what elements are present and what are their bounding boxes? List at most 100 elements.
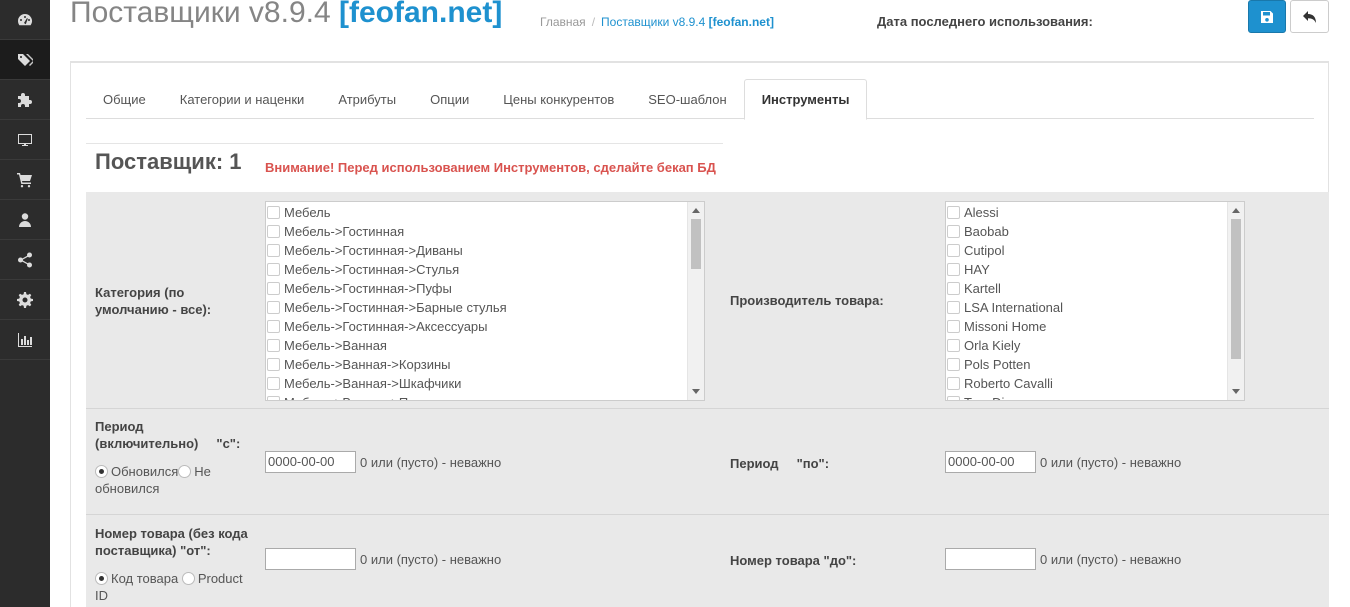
sidebar-item-catalog[interactable]: [0, 40, 50, 80]
checkbox[interactable]: [267, 358, 280, 371]
list-item-label: Kartell: [964, 281, 1001, 296]
category-option[interactable]: Мебель->Гостинная: [266, 222, 704, 241]
sidebar-item-sales[interactable]: [0, 160, 50, 200]
checkbox[interactable]: [267, 320, 280, 333]
tab-general[interactable]: Общие: [86, 79, 163, 119]
form-row-product-number: Номер товара (без кода поставщика) "от":…: [86, 515, 1329, 607]
category-option[interactable]: Мебель->Гостинная->Стулья: [266, 260, 704, 279]
scroll-thumb[interactable]: [1231, 219, 1241, 359]
manufacturer-option[interactable]: Cutipol: [946, 241, 1244, 260]
page-title: Поставщики v8.9.4 [feofan.net]: [70, 0, 502, 30]
checkbox[interactable]: [267, 282, 280, 295]
sidebar-item-reports[interactable]: [0, 320, 50, 360]
scroll-thumb[interactable]: [691, 219, 701, 269]
scroll-down-icon[interactable]: [1232, 389, 1240, 394]
reply-icon: [1303, 10, 1316, 23]
breadcrumb-current-link[interactable]: Поставщики v8.9.4 [feofan.net]: [601, 15, 774, 29]
list-item-label: Мебель: [284, 205, 331, 220]
manufacturer-option[interactable]: Roberto Cavalli: [946, 374, 1244, 393]
product-from-hint: 0 или (пусто) - неважно: [360, 552, 502, 567]
checkbox[interactable]: [947, 225, 960, 238]
manufacturer-option[interactable]: Kartell: [946, 279, 1244, 298]
manufacturer-option[interactable]: LSA International: [946, 298, 1244, 317]
sidebar-item-customers[interactable]: [0, 200, 50, 240]
tab-categories-markups[interactable]: Категории и наценки: [163, 79, 322, 119]
checkbox[interactable]: [267, 263, 280, 276]
period-from-hint: 0 или (пусто) - неважно: [360, 455, 502, 470]
manufacturer-option[interactable]: Tom Dixon: [946, 393, 1244, 400]
checkbox[interactable]: [267, 225, 280, 238]
category-option[interactable]: Мебель->Гостинная->Аксессуары: [266, 317, 704, 336]
checkbox[interactable]: [947, 358, 960, 371]
back-button[interactable]: [1290, 0, 1329, 33]
checkbox[interactable]: [947, 377, 960, 390]
save-button[interactable]: [1248, 0, 1286, 33]
radio-product-code-label: Код товара: [111, 571, 179, 586]
radio-product-code[interactable]: [95, 572, 108, 585]
category-option[interactable]: Мебель->Гостинная->Диваны: [266, 241, 704, 260]
scroll-down-icon[interactable]: [692, 389, 700, 394]
radio-not-updated[interactable]: [178, 465, 192, 478]
checkbox[interactable]: [947, 282, 960, 295]
category-listbox[interactable]: Мебель Мебель->Гостинная Мебель->Гостинная…: [265, 201, 705, 401]
manufacturer-listbox[interactable]: Alessi Baobab Cutipol HAY Kartell LSA Interna…: [945, 201, 1245, 401]
form-row-filters: Категория (по умолчанию - все): Мебель Ме…: [86, 192, 1329, 409]
checkbox[interactable]: [947, 244, 960, 257]
manufacturer-option[interactable]: HAY: [946, 260, 1244, 279]
period-from-input[interactable]: 0000-00-00: [265, 451, 356, 473]
cart-icon: [17, 172, 32, 187]
scroll-up-icon[interactable]: [1232, 208, 1240, 213]
form-row-period: Период (включительно) "с": Обновился Не о…: [86, 409, 1329, 515]
checkbox[interactable]: [947, 396, 960, 400]
manufacturer-option[interactable]: Orla Kiely: [946, 336, 1244, 355]
checkbox[interactable]: [947, 339, 960, 352]
tab-attributes[interactable]: Атрибуты: [321, 79, 413, 119]
category-option[interactable]: Мебель->Ванная->Шкафчики: [266, 374, 704, 393]
checkbox[interactable]: [947, 320, 960, 333]
sidebar-item-dashboard[interactable]: [0, 0, 50, 40]
sidebar-item-system[interactable]: [0, 280, 50, 320]
tab-tools[interactable]: Инструменты: [743, 79, 868, 120]
checkbox[interactable]: [947, 301, 960, 314]
checkbox[interactable]: [947, 263, 960, 276]
category-option[interactable]: Мебель: [266, 203, 704, 222]
main-panel: Общие Категории и наценки Атрибуты Опции…: [70, 61, 1329, 607]
tab-options[interactable]: Опции: [413, 79, 486, 119]
manufacturer-option[interactable]: Pols Potten: [946, 355, 1244, 374]
sidebar-item-extensions[interactable]: [0, 80, 50, 120]
sidebar-item-design[interactable]: [0, 120, 50, 160]
category-option[interactable]: Мебель->Ванная: [266, 336, 704, 355]
checkbox[interactable]: [267, 396, 280, 400]
category-option[interactable]: Мебель->Гостинная->Барные стулья: [266, 298, 704, 317]
manufacturer-option[interactable]: Alessi: [946, 203, 1244, 222]
page-title-brand: [feofan.net]: [339, 0, 503, 29]
tab-competitor-prices[interactable]: Цены конкурентов: [486, 79, 631, 119]
category-scrollbar[interactable]: [687, 202, 704, 400]
list-item-label: Мебель->Ванная->Полки: [284, 395, 436, 400]
category-option[interactable]: Мебель->Гостинная->Пуфы: [266, 279, 704, 298]
checkbox[interactable]: [267, 377, 280, 390]
period-to-input[interactable]: 0000-00-00: [945, 451, 1036, 473]
manufacturer-option[interactable]: Missoni Home: [946, 317, 1244, 336]
list-item-label: Alessi: [964, 205, 999, 220]
product-to-input[interactable]: [945, 548, 1036, 570]
checkbox[interactable]: [267, 301, 280, 314]
list-item-label: Мебель->Гостинная->Диваны: [284, 243, 463, 258]
radio-product-id[interactable]: [181, 572, 195, 585]
category-option[interactable]: Мебель->Ванная->Корзины: [266, 355, 704, 374]
product-from-input[interactable]: [265, 548, 356, 570]
breadcrumb-home-link[interactable]: Главная: [540, 15, 586, 29]
manufacturer-scrollbar[interactable]: [1227, 202, 1244, 400]
save-icon: [1261, 10, 1273, 23]
tab-seo-template[interactable]: SEO-шаблон: [631, 79, 743, 119]
manufacturer-option[interactable]: Baobab: [946, 222, 1244, 241]
list-item-label: Baobab: [964, 224, 1009, 239]
radio-updated[interactable]: [95, 465, 108, 478]
checkbox[interactable]: [267, 244, 280, 257]
checkbox[interactable]: [267, 339, 280, 352]
scroll-up-icon[interactable]: [692, 208, 700, 213]
category-option[interactable]: Мебель->Ванная->Полки: [266, 393, 704, 400]
checkbox[interactable]: [267, 206, 280, 219]
sidebar-item-marketing[interactable]: [0, 240, 50, 280]
checkbox[interactable]: [947, 206, 960, 219]
